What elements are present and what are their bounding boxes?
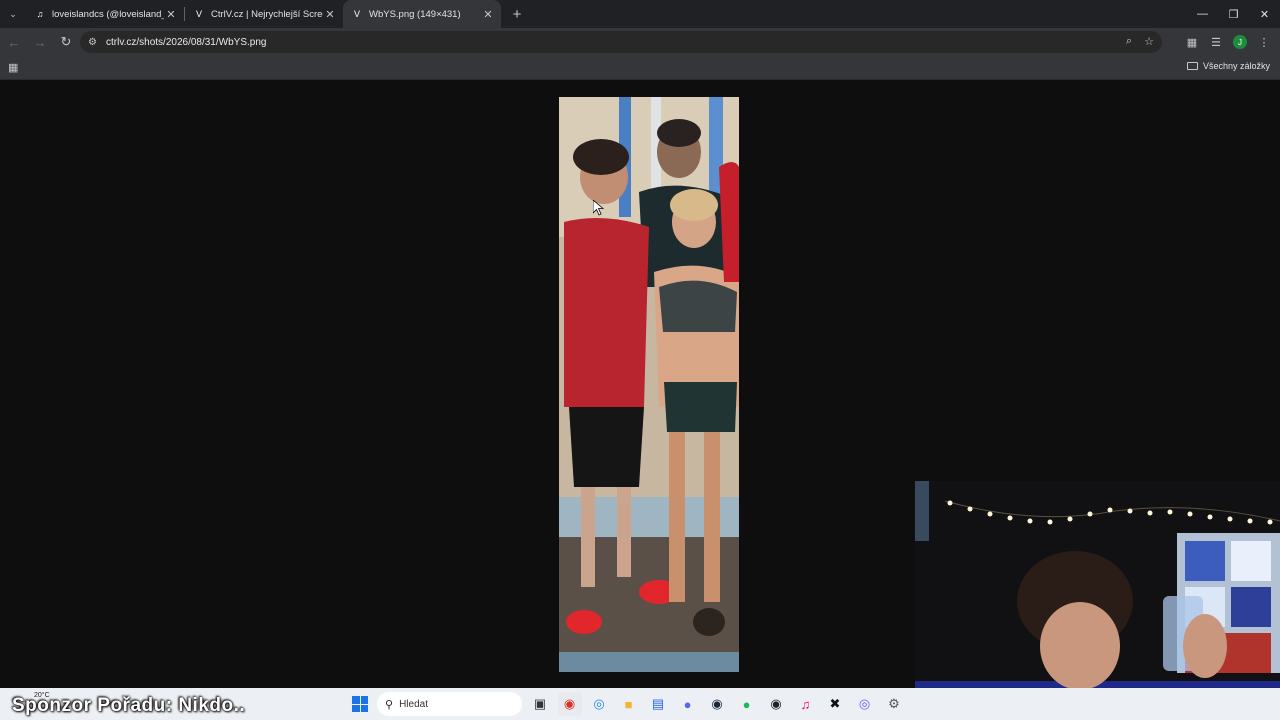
edge-icon[interactable]: ◎ xyxy=(587,692,611,716)
search-icon: ⚲ xyxy=(385,698,394,711)
reload-icon[interactable]: ↻ xyxy=(54,30,78,54)
tiktok-icon: ♫ xyxy=(36,9,44,19)
back-icon[interactable]: ← xyxy=(2,30,26,54)
browser-toolbar: ← → ↻ ⚙ ctrlv.cz/shots/2026/08/31/WbYS.p… xyxy=(0,28,1280,56)
minimize-icon[interactable]: — xyxy=(1187,0,1218,28)
obs-icon[interactable]: ◉ xyxy=(764,692,788,716)
all-bookmarks-button[interactable]: Všechny záložky xyxy=(1186,61,1270,71)
tab-title: loveislandcs (@loveisland_czsk) xyxy=(52,8,164,20)
discord-icon[interactable]: ● xyxy=(676,692,700,716)
spotify-icon[interactable]: ● xyxy=(735,692,759,716)
extensions-icon[interactable]: ▦ xyxy=(1180,30,1204,54)
tab-strip: ⌄ ♫ loveislandcs (@loveisland_czsk) ✕ V … xyxy=(0,0,1280,28)
window-controls: — ❐ ✕ xyxy=(1187,0,1280,28)
webcam-overlay xyxy=(915,481,1280,720)
displayed-image[interactable] xyxy=(559,97,739,672)
apps-grid-icon[interactable]: ▦ xyxy=(8,61,18,74)
settings-icon[interactable]: ⚙ xyxy=(882,692,906,716)
sponsor-caption: Sponzor Pořadu: Nikdo.. xyxy=(12,695,246,716)
url-text: ctrlv.cz/shots/2026/08/31/WbYS.png xyxy=(106,36,267,48)
chrome-icon[interactable]: ◉ xyxy=(557,692,582,716)
ctrlv-icon: V xyxy=(195,9,202,19)
tab-tiktok[interactable]: ♫ loveislandcs (@loveisland_czsk) ✕ xyxy=(26,0,184,28)
media-icon[interactable]: ☰ xyxy=(1204,30,1228,54)
notes-icon[interactable]: ▤ xyxy=(646,692,670,716)
tab-title: CtrlV.cz | Nejrychlejší ScreenShot xyxy=(211,8,323,20)
steam-icon[interactable]: ◉ xyxy=(705,692,729,716)
ctrlv-icon: V xyxy=(353,9,360,19)
taskbar-search[interactable]: ⚲ Hledat xyxy=(377,692,522,716)
menu-icon[interactable]: ⋮ xyxy=(1252,30,1276,54)
taskbar-apps: ▣ ◉ ◎ ■ ▤ ● ◉ ● ◉ ♫ ✖ ◎ ⚙ xyxy=(528,692,912,716)
close-icon[interactable]: ✕ xyxy=(164,7,178,21)
folder-icon[interactable]: ■ xyxy=(617,692,641,716)
restore-icon[interactable]: ❐ xyxy=(1218,0,1249,28)
folder-icon xyxy=(1186,62,1198,70)
messenger-icon[interactable]: ◎ xyxy=(853,692,877,716)
search-placeholder: Hledat xyxy=(399,698,428,710)
tab-title: WbYS.png (149×431) xyxy=(369,8,461,20)
close-icon[interactable]: ✕ xyxy=(323,7,337,21)
avatar[interactable]: J xyxy=(1233,35,1247,49)
webcam-drawing xyxy=(915,481,1280,720)
site-info-icon[interactable]: ⚙ xyxy=(88,37,104,48)
bookmarks-bar: ▦ Všechny záložky xyxy=(0,56,1280,80)
close-icon[interactable]: ✕ xyxy=(481,7,495,21)
windows-start-icon[interactable] xyxy=(352,696,368,712)
close-window-icon[interactable]: ✕ xyxy=(1249,0,1280,28)
file-explorer-icon[interactable]: ▣ xyxy=(528,692,552,716)
tab-search-button[interactable]: ⌄ xyxy=(0,0,26,28)
address-bar[interactable]: ⚙ ctrlv.cz/shots/2026/08/31/WbYS.png ⌕ ☆ xyxy=(80,31,1162,53)
toolbar-actions: ▦ ☰ J ⋮ xyxy=(1180,30,1276,54)
new-tab-button[interactable]: + xyxy=(505,2,529,26)
photo-drawing xyxy=(559,97,739,672)
zoom-icon[interactable]: ⌕ xyxy=(1126,35,1132,48)
all-bookmarks-label: Všechny záložky xyxy=(1202,61,1270,71)
star-icon[interactable]: ☆ xyxy=(1144,35,1154,48)
tab-wbys[interactable]: V WbYS.png (149×431) ✕ xyxy=(343,0,501,28)
capcut-icon[interactable]: ✖ xyxy=(823,692,847,716)
tab-ctrlv[interactable]: V CtrlV.cz | Nejrychlejší ScreenShot ✕ xyxy=(185,0,343,28)
forward-icon[interactable]: → xyxy=(28,30,52,54)
tiktok-icon[interactable]: ♫ xyxy=(794,692,818,716)
